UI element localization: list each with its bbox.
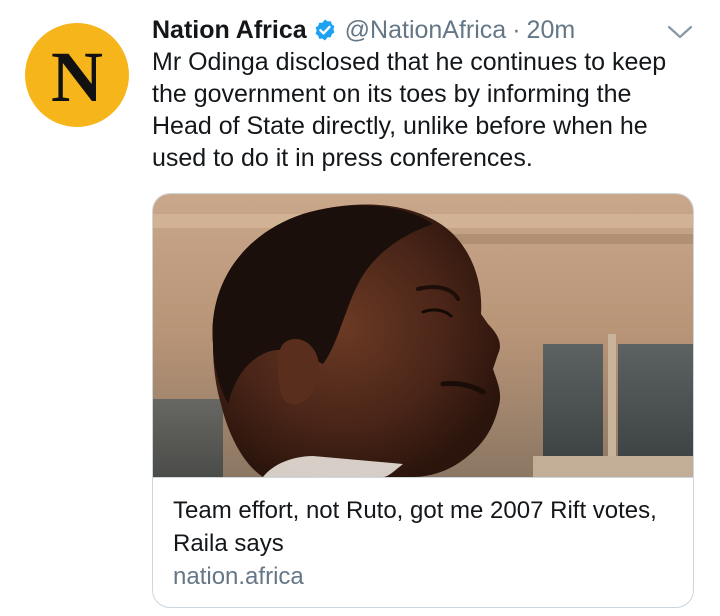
avatar-letter: N <box>51 37 103 117</box>
link-card[interactable]: Team effort, not Ruto, got me 2007 Rift … <box>152 193 694 608</box>
chevron-down-icon <box>667 25 693 39</box>
timestamp[interactable]: 20m <box>527 16 576 45</box>
tweet-menu-button[interactable] <box>664 18 696 46</box>
display-name[interactable]: Nation Africa <box>152 16 307 45</box>
verified-badge-icon <box>313 18 337 42</box>
separator-dot: · <box>512 15 521 44</box>
card-title[interactable]: Team effort, not Ruto, got me 2007 Rift … <box>173 494 673 560</box>
avatar[interactable]: N <box>25 23 129 127</box>
card-domain[interactable]: nation.africa <box>173 562 304 592</box>
tweet-header: Nation Africa @NationAfrica · 20m <box>152 12 575 48</box>
card-divider <box>153 477 693 478</box>
user-handle[interactable]: @NationAfrica <box>345 16 507 45</box>
card-image[interactable] <box>153 194 693 477</box>
tweet-text: Mr Odinga disclosed that he continues to… <box>152 48 667 172</box>
